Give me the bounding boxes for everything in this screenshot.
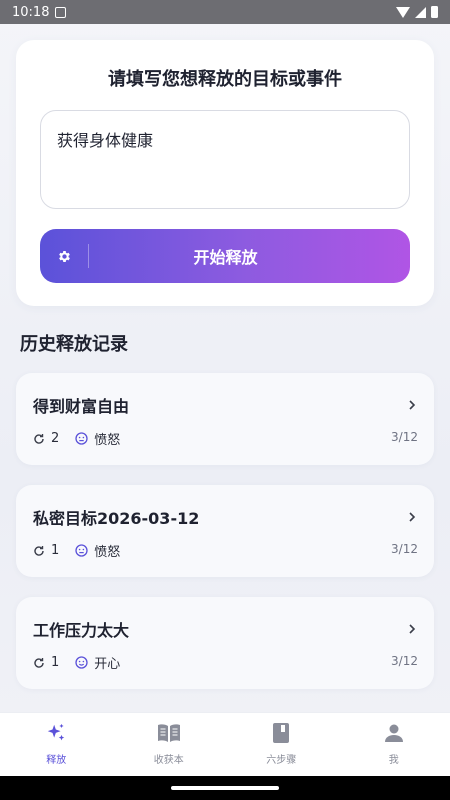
nav-item-me[interactable]: 我 bbox=[338, 713, 450, 776]
nav-label: 收获本 bbox=[153, 755, 184, 766]
record-date: 3/12 bbox=[391, 654, 418, 668]
record-date: 3/12 bbox=[391, 542, 418, 556]
start-release-label: 开始释放 bbox=[193, 248, 258, 267]
start-release-button[interactable]: 开始释放 bbox=[40, 229, 410, 283]
emotion-face-icon bbox=[75, 656, 88, 669]
emotion-face-icon bbox=[75, 432, 88, 445]
chevron-right-icon bbox=[408, 395, 416, 414]
nav-item-six-steps[interactable]: 六步骤 bbox=[225, 713, 338, 776]
history-record[interactable]: 私密目标2026-03-12 1 愤怒 3/12 bbox=[16, 485, 434, 577]
record-emotion: 愤怒 bbox=[94, 545, 121, 560]
release-form-heading: 请填写您想释放的目标或事件 bbox=[108, 69, 342, 90]
record-count: 1 bbox=[51, 543, 60, 558]
repeat-icon bbox=[33, 657, 45, 669]
status-time: 10:18 bbox=[12, 4, 50, 20]
battery-icon bbox=[431, 6, 438, 18]
history-record[interactable]: 得到财富自由 2 愤怒 3/12 bbox=[16, 373, 434, 465]
record-count: 2 bbox=[51, 431, 60, 446]
status-icons bbox=[396, 6, 438, 18]
home-gesture-handle[interactable] bbox=[171, 786, 279, 790]
bottom-nav: 释放 收获本 六步骤 我 bbox=[0, 712, 450, 776]
screenshot-notification-icon bbox=[55, 6, 67, 18]
history-section-title: 历史释放记录 bbox=[20, 334, 128, 355]
status-bar: 10:18 bbox=[0, 0, 450, 24]
settings-gear-button[interactable] bbox=[40, 249, 88, 264]
release-form-card: 请填写您想释放的目标或事件 获得身体健康 开始释放 bbox=[16, 40, 434, 306]
person-icon bbox=[384, 721, 404, 745]
book-open-icon bbox=[157, 721, 181, 745]
history-record[interactable]: 工作压力太大 1 开心 3/12 bbox=[16, 597, 434, 689]
nav-item-harvest-book[interactable]: 收获本 bbox=[113, 713, 226, 776]
repeat-icon bbox=[33, 433, 45, 445]
record-date: 3/12 bbox=[391, 430, 418, 444]
book-icon bbox=[272, 721, 290, 745]
nav-label: 释放 bbox=[46, 755, 67, 766]
record-title: 私密目标2026-03-12 bbox=[33, 509, 200, 528]
nav-label: 六步骤 bbox=[266, 755, 297, 766]
record-emotion: 愤怒 bbox=[94, 433, 121, 448]
repeat-icon bbox=[33, 545, 45, 557]
record-title: 工作压力太大 bbox=[33, 621, 130, 640]
record-meta: 1 开心 bbox=[33, 653, 120, 672]
system-gesture-bar bbox=[0, 776, 450, 800]
record-emotion: 开心 bbox=[94, 657, 121, 672]
emotion-face-icon bbox=[75, 544, 88, 557]
record-count: 1 bbox=[51, 655, 60, 670]
wifi-icon bbox=[396, 6, 410, 18]
record-meta: 2 愤怒 bbox=[33, 429, 120, 448]
record-title: 得到财富自由 bbox=[33, 397, 130, 416]
sparkle-icon bbox=[45, 721, 67, 745]
chevron-right-icon bbox=[408, 507, 416, 526]
nav-item-release[interactable]: 释放 bbox=[0, 713, 113, 776]
goal-input[interactable]: 获得身体健康 bbox=[40, 110, 410, 209]
gear-icon bbox=[58, 250, 70, 262]
nav-label: 我 bbox=[388, 755, 399, 766]
record-meta: 1 愤怒 bbox=[33, 541, 120, 560]
chevron-right-icon bbox=[408, 619, 416, 638]
signal-icon bbox=[415, 6, 426, 18]
